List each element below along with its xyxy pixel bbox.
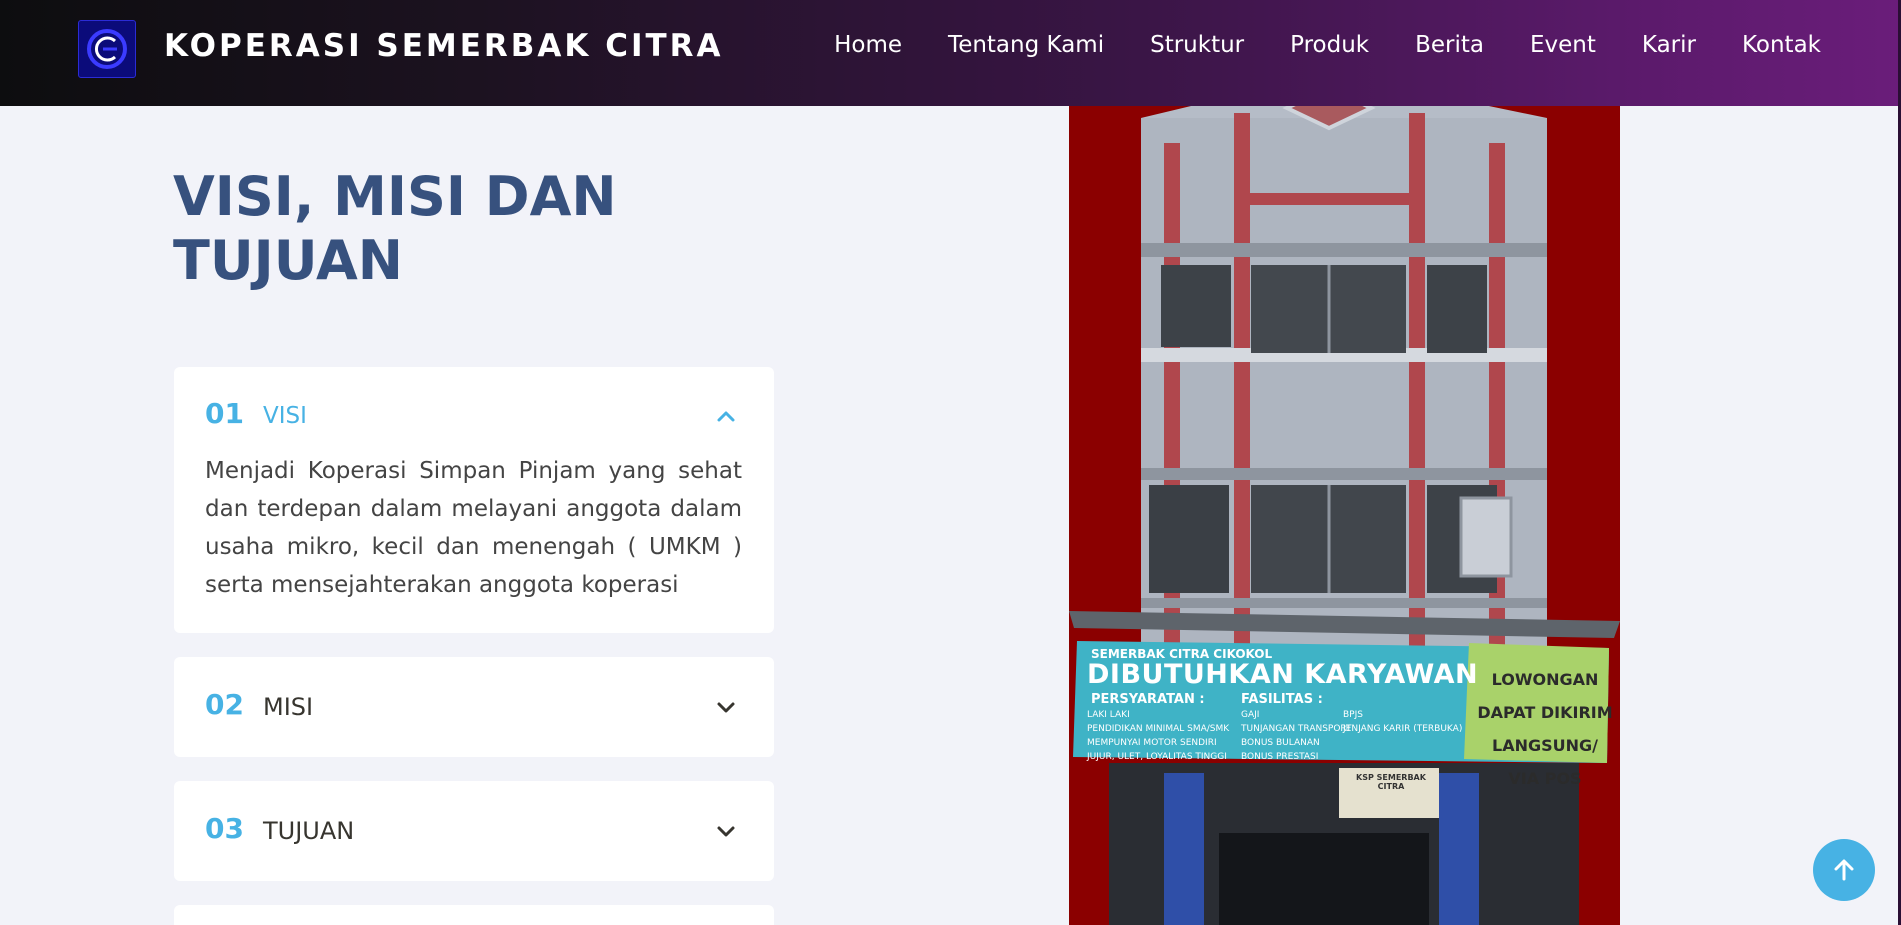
scroll-top-button[interactable] (1813, 839, 1875, 901)
side-text-line: LOWONGAN (1491, 670, 1599, 689)
requirement-item: MEMPUNYAI MOTOR SENDIRI (1087, 738, 1217, 748)
accordion-item-partial[interactable] (174, 905, 774, 925)
requirement-item: LAKI LAKI (1087, 710, 1130, 720)
accordion-item-tujuan[interactable]: 03 TUJUAN (174, 781, 774, 881)
nav-struktur[interactable]: Struktur (1150, 32, 1244, 58)
requirements-list: LAKI LAKI PENDIDIKAN MINIMAL SMA/SMK MEM… (1087, 708, 1229, 764)
facility-item: BONUS PRESTASI (1241, 752, 1319, 762)
building-photo: SEMERBAK CITRA CIKOKOL DIBUTUHKAN KARYAW… (1069, 73, 1620, 925)
requirement-item: PENDIDIKAN MINIMAL SMA/SMK (1087, 724, 1230, 734)
side-text-line: DAPAT DIKIRIM (1477, 703, 1613, 722)
site-header: KOPERASI SEMERBAK CITRA Home Tentang Kam… (0, 0, 1901, 106)
logo-mark (87, 29, 127, 69)
nav-home[interactable]: Home (834, 32, 902, 58)
accordion-header-tujuan[interactable]: 03 TUJUAN (205, 781, 745, 881)
cs-logo-icon[interactable] (78, 20, 136, 78)
requirement-item: JUJUR, ULET, LOYALITAS TINGGI (1087, 752, 1227, 762)
accordion-header-misi[interactable]: 02 MISI (205, 657, 745, 757)
facility-item: TUNJANGAN TRANSPORT (1241, 724, 1352, 734)
shop-sign: KSP SEMERBAK CITRA (1356, 773, 1426, 791)
accordion-number: 01 (205, 397, 244, 430)
facility-item: BONUS BULANAN (1241, 738, 1320, 748)
facility-item: GAJI (1241, 710, 1260, 720)
accordion-label: TUJUAN (263, 817, 355, 845)
accordion-number: 03 (205, 812, 244, 845)
facility-item: JENJANG KARIR (TERBUKA) (1343, 724, 1463, 734)
accordion-number: 02 (205, 688, 244, 721)
nav-karir[interactable]: Karir (1642, 32, 1696, 58)
accordion-item-misi[interactable]: 02 MISI (174, 657, 774, 757)
nav-kontak[interactable]: Kontak (1742, 32, 1821, 58)
facilities-list-a: GAJI TUNJANGAN TRANSPORT BONUS BULANAN B… (1241, 708, 1352, 764)
facility-item: BPJS (1343, 710, 1363, 720)
banner-side-text: LOWONGAN DAPAT DIKIRIM LANGSUNG/ VIA POS (1475, 663, 1615, 795)
chevron-down-icon[interactable] (715, 820, 737, 842)
building-illustration (1069, 73, 1620, 925)
banner-title: DIBUTUHKAN KARYAWAN (1087, 659, 1479, 690)
nav-berita[interactable]: Berita (1415, 32, 1484, 58)
main-nav: Home Tentang Kami Struktur Produk Berita… (788, 32, 1821, 58)
chevron-down-icon[interactable] (715, 696, 737, 718)
accordion-item-visi: 01 VISI Menjadi Koperasi Simpan Pinjam y… (174, 367, 774, 633)
nav-event[interactable]: Event (1530, 32, 1596, 58)
nav-tentang-kami[interactable]: Tentang Kami (948, 32, 1104, 58)
requirements-heading: PERSYARATAN : (1091, 692, 1205, 707)
section-title: VISI, MISI DAN TUJUAN (173, 165, 617, 292)
accordion-label: MISI (263, 693, 314, 721)
arrow-up-icon (1834, 859, 1854, 881)
facilities-list-b: BPJS JENJANG KARIR (TERBUKA) (1343, 708, 1462, 736)
side-text-line: LANGSUNG/ VIA POS (1492, 736, 1598, 788)
brand-name[interactable]: KOPERASI SEMERBAK CITRA (164, 28, 724, 64)
accordion-body-visi: Menjadi Koperasi Simpan Pinjam yang seha… (205, 458, 742, 598)
nav-produk[interactable]: Produk (1290, 32, 1369, 58)
accordion-label: VISI (263, 403, 307, 429)
facilities-heading: FASILITAS : (1241, 692, 1323, 707)
chevron-up-icon[interactable] (715, 405, 737, 427)
